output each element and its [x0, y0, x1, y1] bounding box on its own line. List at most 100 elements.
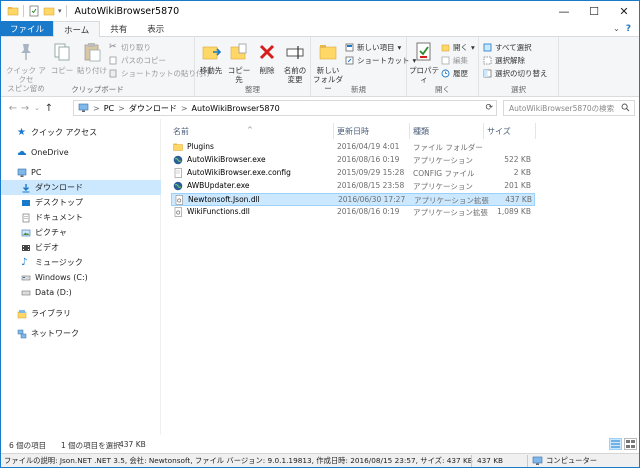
file-row-autowikibrowser-exe[interactable]: AutoWikiBrowser.exe 2016/08/16 0:19 アプリケ…: [171, 154, 535, 167]
pin-icon: [21, 44, 31, 60]
minimize-button[interactable]: —: [549, 1, 579, 21]
copy-path-button[interactable]: パスのコピー: [109, 55, 166, 66]
select-none-icon: [483, 56, 492, 65]
tab-view[interactable]: 表示: [137, 21, 174, 36]
globe-icon: [173, 181, 183, 191]
paste-button[interactable]: 貼り付け: [77, 41, 107, 75]
shortcut-label: ショートカット: [357, 56, 410, 65]
close-button[interactable]: ✕: [609, 1, 639, 21]
help-button[interactable]: ?: [626, 24, 631, 34]
divider[interactable]: [409, 123, 410, 139]
nav-item-label: ドキュメント: [35, 213, 83, 222]
history-button[interactable]: 履歴: [441, 68, 468, 79]
shortcut-icon: [345, 56, 354, 65]
open-button[interactable]: 開く ▾: [441, 42, 475, 53]
chevron-down-icon[interactable]: ⌄: [31, 104, 43, 112]
divider[interactable]: [333, 123, 334, 139]
computer-icon: [532, 456, 543, 465]
file-row-newtonsoft-json[interactable]: Newtonsoft.Json.dll 2016/06/30 17:27 アプリ…: [171, 193, 535, 206]
nav-item-downloads[interactable]: ダウンロード: [1, 180, 161, 195]
rename-icon: [286, 46, 304, 59]
copy-to-button[interactable]: コピー先: [225, 41, 253, 84]
nav-item-label: ライブラリ: [31, 309, 71, 318]
nav-item-label: PC: [31, 168, 42, 177]
tab-share[interactable]: 共有: [100, 21, 137, 36]
nav-item-drive-c[interactable]: Windows (C:): [1, 270, 161, 285]
title-bar: ▾ AutoWikiBrowser5870 — ☐ ✕: [1, 1, 639, 21]
divider: [527, 455, 528, 467]
column-date[interactable]: 更新日時: [337, 126, 369, 137]
history-icon: [441, 69, 450, 78]
file-type: CONFIG ファイル: [413, 169, 475, 178]
copy-button[interactable]: コピー: [49, 41, 75, 75]
select-none-button[interactable]: 選択解除: [483, 55, 525, 66]
cut-button[interactable]: ✂ 切り取り: [109, 42, 151, 53]
refresh-icon[interactable]: ⟳: [485, 103, 493, 113]
file-row-config[interactable]: AutoWikiBrowser.exe.config 2015/09/29 15…: [171, 167, 535, 180]
breadcrumb-separator: >: [93, 103, 100, 113]
nav-item-onedrive[interactable]: OneDrive: [1, 145, 161, 160]
edit-button[interactable]: 編集: [441, 55, 468, 66]
column-name[interactable]: 名前: [173, 126, 189, 137]
forward-arrow-icon[interactable]: →: [19, 103, 31, 114]
chevron-down-icon[interactable]: ⌄: [613, 24, 620, 33]
move-to-button[interactable]: 移動先: [197, 41, 225, 75]
large-icons-view-button[interactable]: [624, 438, 637, 450]
window-title: AutoWikiBrowser5870: [74, 5, 180, 17]
divider[interactable]: [483, 123, 484, 139]
select-all-button[interactable]: すべて選択: [483, 42, 532, 53]
up-arrow-icon[interactable]: ↑: [43, 103, 55, 114]
address-bar[interactable]: > PC > ダウンロード > AutoWikiBrowser5870 ⟳: [73, 100, 497, 116]
invert-selection-label: 選択の切り替え: [495, 69, 548, 78]
shortcut-button[interactable]: ショートカット ▾: [345, 55, 416, 66]
ribbon: クイック アクセ スピン留め コピー 貼り付け ✂ 切り取り パスのコピー ショ…: [1, 37, 639, 97]
file-date: 2016/08/15 23:58: [337, 181, 405, 190]
nav-item-label: クイック アクセス: [31, 128, 98, 137]
details-view-button[interactable]: [609, 438, 622, 450]
invert-selection-button[interactable]: 選択の切り替え: [483, 68, 548, 79]
nav-item-desktop[interactable]: デスクトップ: [1, 195, 161, 210]
maximize-button[interactable]: ☐: [579, 1, 609, 21]
file-row-plugins[interactable]: Plugins 2016/04/19 4:01 ファイル フォルダー: [171, 141, 535, 154]
properties-icon[interactable]: [28, 5, 40, 17]
nav-item-videos[interactable]: ビデオ: [1, 240, 161, 255]
delete-button[interactable]: 削除: [255, 41, 279, 75]
copy-label: コピー: [50, 66, 74, 75]
column-type[interactable]: 種類: [413, 126, 429, 137]
file-row-wikifunctions[interactable]: WikiFunctions.dll 2016/08/16 0:19 アプリケーシ…: [171, 206, 535, 219]
divider[interactable]: [535, 123, 536, 139]
rename-button[interactable]: 名前の 変更: [281, 41, 309, 84]
copy-path-icon: [109, 56, 117, 65]
search-box[interactable]: AutoWikiBrowser5870の検索: [503, 100, 635, 116]
divider: [23, 5, 24, 17]
nav-item-drive-d[interactable]: Data (D:): [1, 285, 161, 300]
nav-item-quick-access[interactable]: ★ クイック アクセス: [1, 125, 161, 140]
move-folder-icon: [202, 46, 222, 60]
back-arrow-icon[interactable]: ←: [7, 103, 19, 114]
file-description: ファイルの説明: Json.NET .NET 3.5, 会社: Newtonso…: [4, 456, 473, 465]
properties-button[interactable]: プロパティ: [409, 41, 439, 84]
tab-file[interactable]: ファイル: [1, 21, 54, 36]
file-row-awbupdater[interactable]: AWBUpdater.exe 2016/08/15 23:58 アプリケーション…: [171, 180, 535, 193]
nav-item-label: ピクチャ: [35, 228, 67, 237]
rename-label: 名前の: [283, 66, 307, 75]
column-size[interactable]: サイズ: [487, 126, 511, 137]
edit-label: 編集: [453, 56, 468, 65]
chevron-down-icon[interactable]: ▾: [58, 7, 62, 15]
breadcrumb-pc[interactable]: PC: [104, 104, 114, 113]
new-item-button[interactable]: 新しい項目 ▾: [345, 42, 401, 53]
new-folder-icon[interactable]: [43, 5, 55, 17]
nav-item-network[interactable]: ネットワーク: [1, 326, 161, 341]
rename-label-2: 変更: [287, 75, 303, 84]
nav-item-pictures[interactable]: ピクチャ: [1, 225, 161, 240]
nav-item-documents[interactable]: ドキュメント: [1, 210, 161, 225]
nav-item-pc[interactable]: PC: [1, 165, 161, 180]
breadcrumb-downloads[interactable]: ダウンロード: [129, 103, 177, 114]
details-bar: ファイルの説明: Json.NET .NET 3.5, 会社: Newtonso…: [1, 453, 639, 467]
copy-to-label: コピー先: [227, 66, 251, 84]
nav-item-libraries[interactable]: ライブラリ: [1, 306, 161, 321]
tab-home[interactable]: ホーム: [53, 21, 101, 37]
nav-item-music[interactable]: ♪ ミュージック: [1, 255, 161, 270]
pin-label: クイック アクセ: [6, 66, 46, 84]
breadcrumb-current[interactable]: AutoWikiBrowser5870: [192, 104, 280, 113]
